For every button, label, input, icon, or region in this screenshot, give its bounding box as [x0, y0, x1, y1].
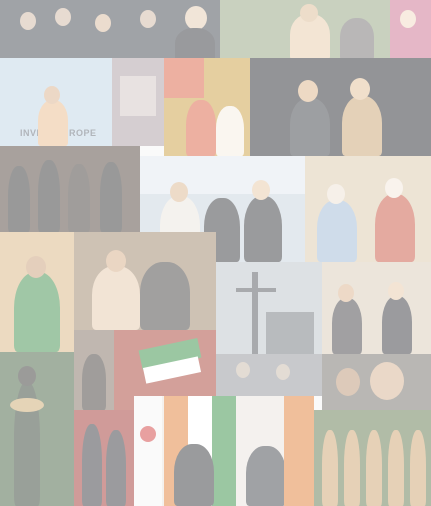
tile-painting-wall [112, 58, 164, 146]
tile-red-carpet-walk [74, 410, 134, 506]
tile-banner-speech: INVESTEUROPE [0, 58, 112, 146]
tile-crowd-group-photo [0, 0, 220, 60]
tile-house-visit [74, 330, 114, 410]
tile-outdoor-handshake-top [220, 0, 390, 58]
tile-statue-garland [0, 352, 74, 506]
tile-seated-meeting [322, 262, 431, 354]
tile-guard-of-honour [314, 410, 431, 506]
tile-hug-greeting [74, 232, 216, 330]
tile-bhutan-flag-greeting [164, 58, 250, 156]
tile-korea-india-flags [134, 396, 314, 506]
tile-suits-row [0, 146, 140, 232]
tile-queen-handshake [305, 156, 431, 262]
tile-selfie-closeup [322, 354, 431, 410]
tile-warship-mast [216, 262, 322, 354]
tile-dark-handshake [250, 58, 431, 156]
tile-flowers-crowd [390, 0, 431, 58]
tile-grey-crowd [216, 354, 322, 396]
tile-garland-speech [0, 232, 74, 352]
photo-collage: INVESTEUROPE [0, 0, 431, 506]
